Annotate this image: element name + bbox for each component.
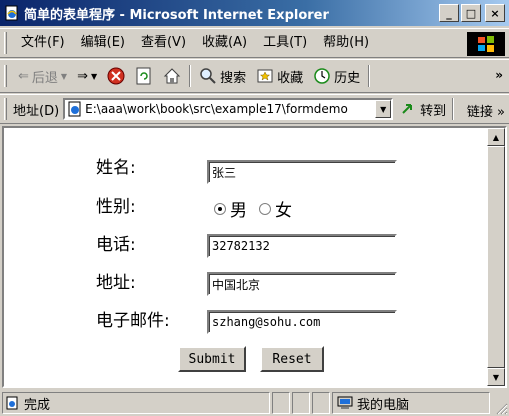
back-arrow-icon: ⇐ <box>18 68 29 84</box>
content-frame: 姓名: 性别: 男 女 电话: 地址: 电子邮件: Submit Reset ▲… <box>2 126 507 388</box>
browser-window: 简单的表单程序 - Microsoft Internet Explorer _ … <box>0 0 509 416</box>
menu-bar: 文件(F) 编辑(E) 查看(V) 收藏(A) 工具(T) 帮助(H) <box>0 28 509 58</box>
refresh-button[interactable] <box>130 67 158 85</box>
search-label: 搜索 <box>220 70 247 86</box>
address-field-input[interactable] <box>207 272 397 296</box>
home-icon <box>163 68 181 84</box>
favorites-button[interactable]: 收藏 <box>251 67 308 86</box>
status-cell <box>292 392 310 414</box>
back-label: 后退 <box>31 70 58 86</box>
status-text: 完成 <box>24 397 51 413</box>
minimize-button[interactable]: _ <box>439 4 459 22</box>
home-button[interactable] <box>158 67 186 85</box>
stop-button[interactable] <box>102 67 130 85</box>
forward-button[interactable]: ⇒ ▼ <box>72 69 102 84</box>
name-label: 姓名: <box>96 158 136 178</box>
history-icon <box>314 68 330 84</box>
standard-toolbar: ⇐ 后退 ▼ ⇒ ▼ 搜索 收藏 历史 » <box>0 59 509 93</box>
toolbar-separator <box>189 65 192 87</box>
title-bar[interactable]: 简单的表单程序 - Microsoft Internet Explorer _ … <box>0 0 509 26</box>
email-input[interactable] <box>207 310 397 334</box>
favorites-label: 收藏 <box>277 70 304 86</box>
menu-file[interactable]: 文件(F) <box>13 29 73 57</box>
status-main-panel: 完成 <box>2 392 270 414</box>
status-cell <box>272 392 290 414</box>
history-button[interactable]: 历史 <box>308 67 365 86</box>
address-label: 地址(D) <box>13 103 60 119</box>
address-value: E:\aaa\work\book\src\example17\formdemo <box>85 102 348 116</box>
resize-grip-icon[interactable] <box>494 401 508 415</box>
gender-female-label: 女 <box>275 201 292 221</box>
reset-button[interactable]: Reset <box>260 346 324 372</box>
toolbar-more-chevron[interactable]: » <box>495 68 503 82</box>
search-icon <box>200 68 216 84</box>
gender-male-label: 男 <box>230 201 247 221</box>
scroll-thumb[interactable] <box>487 146 505 368</box>
search-button[interactable]: 搜索 <box>194 67 251 86</box>
menu-view[interactable]: 查看(V) <box>133 29 194 57</box>
toolbar-separator <box>368 65 371 87</box>
menu-grip[interactable] <box>4 32 7 54</box>
menu-favorites[interactable]: 收藏(A) <box>194 29 255 57</box>
windows-logo-icon <box>467 32 505 56</box>
maximize-button[interactable]: □ <box>461 4 481 22</box>
forward-dropdown-icon: ▼ <box>90 71 98 81</box>
gender-female-radio[interactable] <box>259 202 271 215</box>
window-controls: _ □ × <box>439 4 505 22</box>
scroll-up-button[interactable]: ▲ <box>487 128 505 146</box>
links-button[interactable]: 链接 » <box>467 101 505 120</box>
submit-button[interactable]: Submit <box>178 346 246 372</box>
email-label: 电子邮件: <box>96 311 170 331</box>
address-field-label: 地址: <box>96 273 136 293</box>
forward-arrow-icon: ⇒ <box>77 68 88 84</box>
gender-male-radio[interactable] <box>214 202 226 215</box>
favorites-icon <box>257 69 273 83</box>
page-viewport: 姓名: 性别: 男 女 电话: 地址: 电子邮件: Submit Reset <box>4 128 487 386</box>
menu-edit[interactable]: 编辑(E) <box>73 29 133 57</box>
address-bar: 地址(D) E:\aaa\work\book\src\example17\for… <box>0 94 509 124</box>
phone-input[interactable] <box>207 234 397 258</box>
security-zone-panel: 我的电脑 <box>332 392 490 414</box>
address-input[interactable]: E:\aaa\work\book\src\example17\formdemo … <box>63 98 394 120</box>
refresh-icon <box>136 67 151 85</box>
address-grip[interactable] <box>4 98 7 120</box>
back-dropdown-icon: ▼ <box>60 71 68 81</box>
page-done-icon <box>6 396 18 410</box>
stop-icon <box>107 67 125 85</box>
vertical-scrollbar[interactable]: ▲ ▼ <box>487 128 505 386</box>
zone-text: 我的电脑 <box>357 397 410 413</box>
address-dropdown-button[interactable]: ▼ <box>375 100 392 118</box>
menu-tools[interactable]: 工具(T) <box>255 29 315 57</box>
phone-label: 电话: <box>96 235 136 255</box>
status-bar: 完成 我的电脑 <box>0 390 509 416</box>
gender-radio-group: 男 女 <box>214 196 304 221</box>
toolbar-grip[interactable] <box>4 65 7 87</box>
back-button[interactable]: ⇐ 后退 ▼ <box>13 67 72 86</box>
name-input[interactable] <box>207 160 397 184</box>
my-computer-icon <box>337 396 353 409</box>
gender-label: 性别: <box>96 197 136 217</box>
menu-help[interactable]: 帮助(H) <box>315 29 377 57</box>
window-title: 简单的表单程序 - Microsoft Internet Explorer <box>24 7 329 23</box>
scroll-down-button[interactable]: ▼ <box>487 368 505 386</box>
page-icon <box>68 101 81 117</box>
ie-page-icon <box>5 5 18 21</box>
go-button[interactable]: 转到 <box>401 100 446 119</box>
status-cell <box>312 392 330 414</box>
links-separator <box>452 98 454 120</box>
history-label: 历史 <box>334 70 361 86</box>
go-arrow-icon <box>402 104 413 114</box>
close-button[interactable]: × <box>485 4 505 22</box>
go-label: 转到 <box>420 103 447 119</box>
